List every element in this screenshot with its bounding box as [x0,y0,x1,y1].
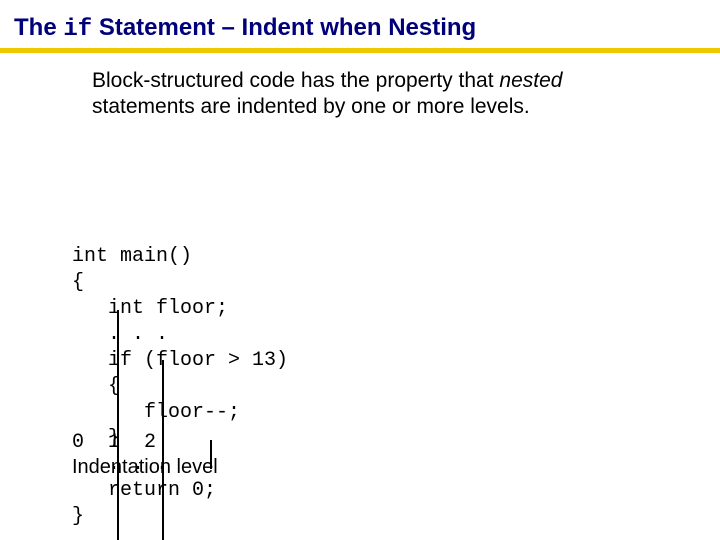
title-post: Statement – Indent when Nesting [92,14,476,41]
body-line1a: Block-structured code has the property t… [92,69,499,92]
code-line-1: int main() [72,245,192,268]
code-line-7: floor--; [72,401,240,424]
indent-guide-1 [162,360,164,540]
title-pre: The [14,14,63,41]
code-line-6: { [72,375,120,398]
indent-guide-0 [117,310,119,540]
title-underline [0,48,720,53]
body-nested-word: nested [499,69,562,92]
indent-level-label: Indentation level [72,456,218,479]
body-line2: statements are indented by one or more l… [92,95,530,118]
code-line-11: } [72,505,84,528]
slide: The if Statement – Indent when Nesting B… [0,0,720,540]
code-line-4: . . . [72,323,168,346]
code-line-2: { [72,271,84,294]
body-paragraph: Block-structured code has the property t… [92,68,652,121]
code-line-10: return 0; [72,479,216,502]
code-line-5: if (floor > 13) [72,349,288,372]
indent-level-numbers: 0 1 2 [72,430,156,456]
slide-title: The if Statement – Indent when Nesting [14,14,476,43]
code-block: int main() { int floor; . . . if (floor … [72,140,288,540]
title-keyword: if [63,16,92,43]
code-line-3: int floor; [72,297,228,320]
